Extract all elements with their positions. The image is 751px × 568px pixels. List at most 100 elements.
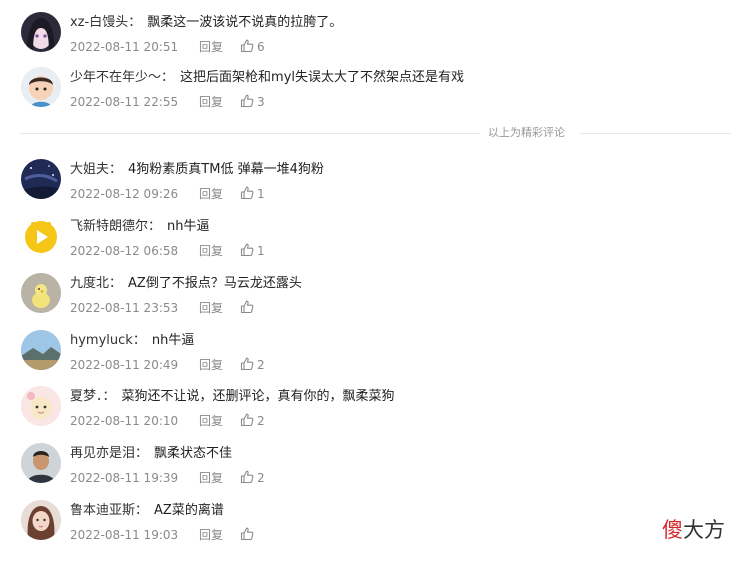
avatar-yellow-play[interactable]	[21, 216, 61, 256]
comment-text: 这把后面架枪和myl失误太大了不然架点还是有戏	[180, 70, 465, 85]
avatar-chick[interactable]	[21, 273, 61, 313]
thumbs-up-icon	[240, 39, 254, 53]
like-button[interactable]	[240, 300, 257, 316]
like-count: 1	[257, 244, 265, 258]
like-button[interactable]	[240, 527, 257, 543]
featured-divider: 以上为精彩评论	[20, 126, 731, 140]
comment-line: 飞新特朗德尔： nh牛逼	[70, 217, 210, 237]
like-count: 2	[257, 471, 265, 485]
thumbs-up-icon	[240, 243, 254, 257]
reply-button[interactable]: 回复	[199, 527, 223, 543]
comment-line: hymyluck： nh牛逼	[70, 331, 194, 351]
comment-item: 大姐夫： 4狗粉素质真TM低 弹幕一堆4狗粉 2022-08-12 09:26 回…	[0, 157, 751, 209]
comment-text: nh牛逼	[167, 219, 210, 234]
like-count: 6	[257, 40, 265, 54]
like-count: 2	[257, 414, 265, 428]
divider-text: 以上为精彩评论	[488, 126, 565, 139]
comment-line: 再见亦是泪： 飘柔状态不佳	[70, 444, 232, 464]
watermark-char: 傻	[662, 518, 683, 542]
comment-text: 菜狗还不让说，还删评论，真有你的，飘柔菜狗	[121, 389, 395, 404]
watermark: 傻大方	[662, 516, 725, 544]
avatar-man-photo[interactable]	[21, 443, 61, 483]
comment-text: nh牛逼	[151, 333, 195, 348]
comment-line: 九度北： AZ倒了不报点？马云龙还露头	[70, 274, 302, 294]
comment-time: 2022-08-11 19:39	[70, 471, 179, 485]
colon: ：	[161, 70, 175, 85]
avatar-night-sky[interactable]	[21, 159, 61, 199]
thumbs-up-icon	[240, 94, 254, 108]
like-button[interactable]: 3	[240, 94, 265, 110]
comment-item: 再见亦是泪： 飘柔状态不佳 2022-08-11 19:39 回复 2	[0, 441, 751, 493]
username[interactable]: 夏梦．	[70, 389, 103, 404]
comment-text: 飘柔状态不佳	[154, 446, 233, 461]
colon: ：	[132, 333, 146, 348]
colon: ：	[109, 276, 123, 291]
username[interactable]: 飞新特朗德尔	[70, 219, 148, 234]
username[interactable]: hymyluck	[70, 333, 133, 348]
comment-item: 九度北： AZ倒了不报点？马云龙还露头 2022-08-11 23:53 回复	[0, 271, 751, 323]
reply-button[interactable]: 回复	[199, 357, 223, 373]
comment-line: 鲁本迪亚斯： AZ菜的离谱	[70, 501, 224, 521]
like-count: 3	[257, 95, 265, 109]
reply-button[interactable]: 回复	[199, 186, 223, 202]
comment-time: 2022-08-11 22:55	[70, 95, 179, 109]
comment-text: 4狗粉素质真TM低 弹幕一堆4狗粉	[128, 162, 324, 177]
comment-line: 大姐夫： 4狗粉素质真TM低 弹幕一堆4狗粉	[70, 160, 324, 180]
comment-item: xz-白馒头： 飘柔这一波该说不说真的拉胯了。 2022-08-11 20:51 …	[0, 10, 751, 62]
colon: ：	[128, 15, 142, 30]
comment-item: hymyluck： nh牛逼 2022-08-11 20:49 回复 2	[0, 328, 751, 380]
comment-time: 2022-08-11 20:51	[70, 40, 179, 54]
avatar-cartoon-pink[interactable]	[21, 386, 61, 426]
like-button[interactable]: 1	[240, 186, 265, 202]
colon: ：	[109, 162, 123, 177]
thumbs-up-icon	[240, 186, 254, 200]
divider-line-right	[580, 133, 731, 134]
comment-time: 2022-08-12 06:58	[70, 244, 179, 258]
comment-time: 2022-08-11 20:10	[70, 414, 179, 428]
colon: ：	[135, 503, 149, 518]
like-count: 1	[257, 187, 265, 201]
like-button[interactable]: 2	[240, 470, 265, 486]
colon: ：	[102, 389, 116, 404]
thumbs-up-icon	[240, 300, 254, 314]
comment-item: 飞新特朗德尔： nh牛逼 2022-08-12 06:58 回复 1	[0, 214, 751, 266]
reply-button[interactable]: 回复	[199, 470, 223, 486]
reply-button[interactable]: 回复	[199, 39, 223, 55]
comment-text: 飘柔这一波该说不说真的拉胯了。	[147, 15, 343, 30]
like-button[interactable]: 2	[240, 357, 265, 373]
avatar-anime-girl[interactable]	[21, 12, 61, 52]
comment-line: xz-白馒头： 飘柔这一波该说不说真的拉胯了。	[70, 13, 342, 33]
colon: ：	[135, 446, 149, 461]
reply-button[interactable]: 回复	[199, 243, 223, 259]
comment-text: AZ倒了不报点？马云龙还露头	[128, 276, 302, 291]
like-button[interactable]: 2	[240, 413, 265, 429]
username[interactable]: 鲁本迪亚斯	[70, 503, 135, 518]
username[interactable]: 再见亦是泪	[70, 446, 135, 461]
like-button[interactable]: 1	[240, 243, 265, 259]
avatar-girl-photo[interactable]	[21, 500, 61, 540]
thumbs-up-icon	[240, 527, 254, 541]
thumbs-up-icon	[240, 413, 254, 427]
comment-list: xz-白馒头： 飘柔这一波该说不说真的拉胯了。 2022-08-11 20:51 …	[0, 0, 751, 568]
comment-text: AZ菜的离谱	[154, 503, 224, 518]
reply-button[interactable]: 回复	[199, 413, 223, 429]
comment-time: 2022-08-11 23:53	[70, 301, 179, 315]
comment-line: 少年不在年少～： 这把后面架枪和myl失误太大了不然架点还是有戏	[70, 68, 464, 88]
thumbs-up-icon	[240, 470, 254, 484]
like-button[interactable]: 6	[240, 39, 265, 55]
divider-line-left	[20, 133, 480, 134]
avatar-landscape[interactable]	[21, 330, 61, 370]
comment-time: 2022-08-12 09:26	[70, 187, 179, 201]
comment-time: 2022-08-11 20:49	[70, 358, 179, 372]
comment-item: 少年不在年少～： 这把后面架枪和myl失误太大了不然架点还是有戏 2022-08-…	[0, 65, 751, 117]
username[interactable]: 大姐夫	[70, 162, 109, 177]
reply-button[interactable]: 回复	[199, 94, 223, 110]
username[interactable]: xz-白馒头	[70, 15, 128, 30]
username[interactable]: 九度北	[70, 276, 109, 291]
username[interactable]: 少年不在年少～	[70, 70, 161, 85]
watermark-text: 大方	[683, 518, 725, 542]
like-count: 2	[257, 358, 265, 372]
avatar-cartoon-boy[interactable]	[21, 67, 61, 107]
reply-button[interactable]: 回复	[199, 300, 223, 316]
comment-time: 2022-08-11 19:03	[70, 528, 179, 542]
